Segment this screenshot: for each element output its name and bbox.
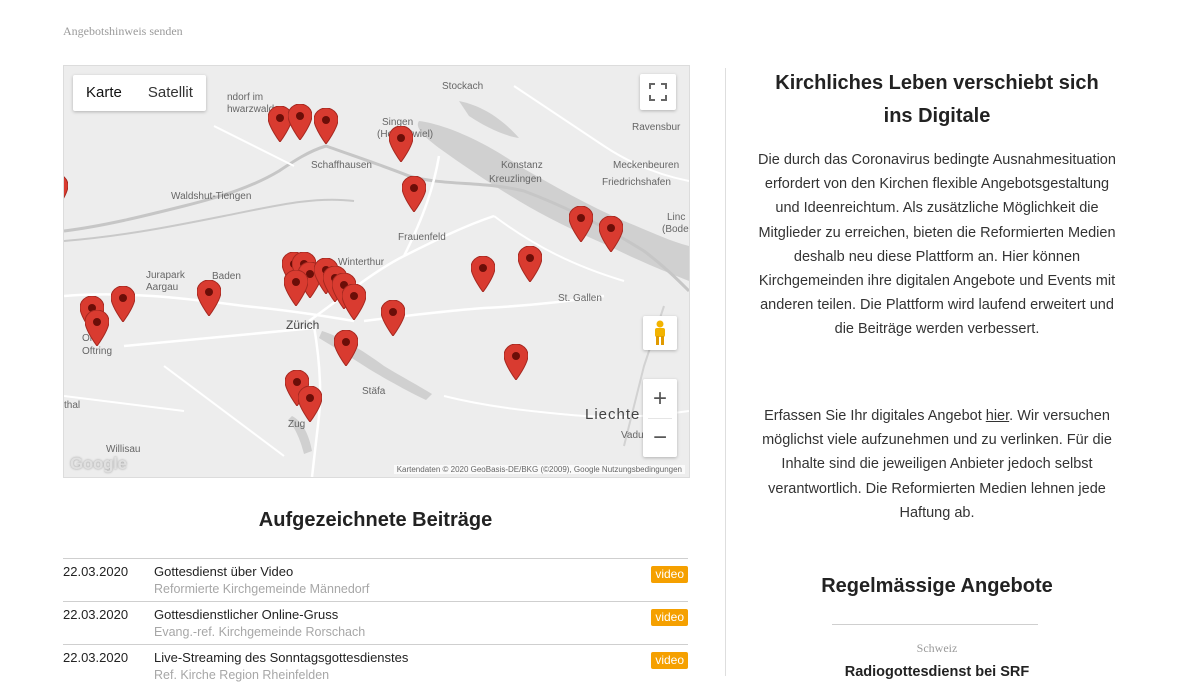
submit-text-after: . Wir versuchen möglichst viele aufzuneh… bbox=[762, 408, 1112, 521]
zoom-control: + − bbox=[643, 379, 677, 457]
place-label: Zürich bbox=[286, 318, 320, 332]
map-pin-icon[interactable] bbox=[568, 205, 594, 243]
map-type-karte-button[interactable]: Karte bbox=[73, 75, 135, 111]
place-label: Linc bbox=[667, 212, 686, 223]
video-badge: video bbox=[651, 652, 688, 669]
recorded-section-title: Aufgezeichnete Beiträge bbox=[258, 509, 493, 531]
item-title[interactable]: Gottesdienst über Video bbox=[154, 564, 293, 579]
place-label: Friedrichshafen bbox=[602, 177, 671, 188]
intro-text: Die durch das Coronavirus bedingte Ausna… bbox=[758, 152, 1116, 338]
map-pin-icon[interactable] bbox=[503, 343, 529, 381]
pegman-icon bbox=[655, 320, 665, 345]
place-label: Ravensbur bbox=[632, 122, 681, 133]
map-type-control: Karte Satellit bbox=[73, 75, 206, 111]
item-date: 22.03.2020 bbox=[63, 650, 129, 665]
fullscreen-icon bbox=[649, 83, 667, 101]
map-pin-icon[interactable] bbox=[380, 299, 406, 337]
place-label: Liechte bbox=[585, 406, 641, 423]
item-date: 22.03.2020 bbox=[63, 607, 129, 622]
map-attribution[interactable]: Kartendaten © 2020 GeoBasis-DE/BKG (©200… bbox=[393, 465, 685, 474]
region-label: Schweiz bbox=[916, 641, 958, 655]
map-pin-icon[interactable] bbox=[401, 175, 427, 213]
place-label: St. Gallen bbox=[558, 293, 602, 304]
intro-title-line2: ins Digitale bbox=[883, 105, 991, 127]
list-item[interactable]: 22.03.2020 Gottesdienst über Video Refor… bbox=[63, 558, 688, 601]
send-offer-link[interactable]: Angebotshinweis senden bbox=[63, 24, 183, 39]
map-type-satellite-button[interactable]: Satellit bbox=[135, 75, 206, 111]
place-label: Kreuzlingen bbox=[489, 174, 542, 185]
map-pin-icon[interactable] bbox=[313, 107, 339, 145]
street-view-pegman[interactable] bbox=[643, 316, 677, 350]
item-title[interactable]: Live-Streaming des Sonntagsgottesdienste… bbox=[154, 650, 408, 665]
map-pin-icon[interactable] bbox=[196, 279, 222, 317]
map-pin-icon[interactable] bbox=[341, 283, 367, 321]
list-item[interactable]: 22.03.2020 Gottesdienstlicher Online-Gru… bbox=[63, 601, 688, 644]
place-label: (Bode bbox=[662, 224, 689, 235]
zoom-in-icon[interactable]: + bbox=[643, 380, 677, 418]
map-pin-icon[interactable] bbox=[110, 285, 136, 323]
place-label: Konstanz bbox=[501, 160, 543, 171]
map[interactable]: Stockach ndorf im hwarzwald Singen (Hohe… bbox=[63, 65, 690, 478]
submit-here-link[interactable]: hier bbox=[986, 408, 1009, 424]
map-pin-icon[interactable] bbox=[388, 125, 414, 163]
intro-text-submit: Erfassen Sie Ihr digitales Angebot hier.… bbox=[752, 404, 1122, 525]
intro-title: Kirchliches Leben verschiebt sich ins Di… bbox=[752, 67, 1122, 133]
map-pin-icon[interactable] bbox=[333, 329, 359, 367]
map-pin-icon[interactable] bbox=[297, 385, 323, 423]
regular-offer-item[interactable]: Radiogottesdienst bei SRF bbox=[752, 664, 1122, 680]
intro-title-line1: Kirchliches Leben verschiebt sich bbox=[775, 72, 1099, 94]
place-label: Oftring bbox=[82, 346, 113, 357]
place-label: thal bbox=[64, 400, 81, 411]
place-label: Stockach bbox=[442, 81, 484, 92]
place-label: Aargau bbox=[146, 282, 179, 293]
place-label: Frauenfeld bbox=[398, 232, 446, 243]
video-badge: video bbox=[651, 609, 688, 626]
video-badge: video bbox=[651, 566, 688, 583]
map-pin-icon[interactable] bbox=[84, 309, 110, 347]
item-organization: Reformierte Kirchgemeinde Männedorf bbox=[154, 582, 370, 596]
place-label: Schaffhausen bbox=[311, 160, 372, 171]
map-pin-icon[interactable] bbox=[283, 269, 309, 307]
place-label: Stäfa bbox=[362, 386, 386, 397]
google-logo: Google bbox=[70, 454, 127, 473]
map-pin-icon[interactable] bbox=[598, 215, 624, 253]
regular-offers-divider bbox=[832, 624, 1038, 625]
item-date: 22.03.2020 bbox=[63, 564, 129, 579]
map-pin-icon[interactable] bbox=[517, 245, 543, 283]
zoom-out-icon[interactable]: − bbox=[643, 419, 677, 457]
list-item[interactable]: 22.03.2020 Live-Streaming des Sonntagsgo… bbox=[63, 644, 688, 687]
place-label: ndorf im bbox=[227, 92, 264, 103]
column-divider bbox=[725, 68, 726, 676]
place-label: Meckenbeuren bbox=[613, 160, 680, 171]
map-pin-icon[interactable] bbox=[64, 174, 69, 210]
item-organization: Evang.-ref. Kirchgemeinde Rorschach bbox=[154, 625, 366, 639]
map-pin-icon[interactable] bbox=[470, 255, 496, 293]
place-label: Vadu bbox=[621, 430, 644, 441]
map-pin-icon[interactable] bbox=[287, 103, 313, 141]
regular-offers-title: Regelmässige Angebote bbox=[821, 575, 1053, 597]
item-organization: Ref. Kirche Region Rheinfelden bbox=[154, 668, 330, 682]
place-label: Waldshut-Tiengen bbox=[171, 191, 252, 202]
fullscreen-button[interactable] bbox=[640, 74, 676, 110]
item-title[interactable]: Gottesdienstlicher Online-Gruss bbox=[154, 607, 338, 622]
submit-text-before: Erfassen Sie Ihr digitales Angebot bbox=[764, 408, 986, 424]
place-label: Jurapark bbox=[146, 270, 185, 281]
